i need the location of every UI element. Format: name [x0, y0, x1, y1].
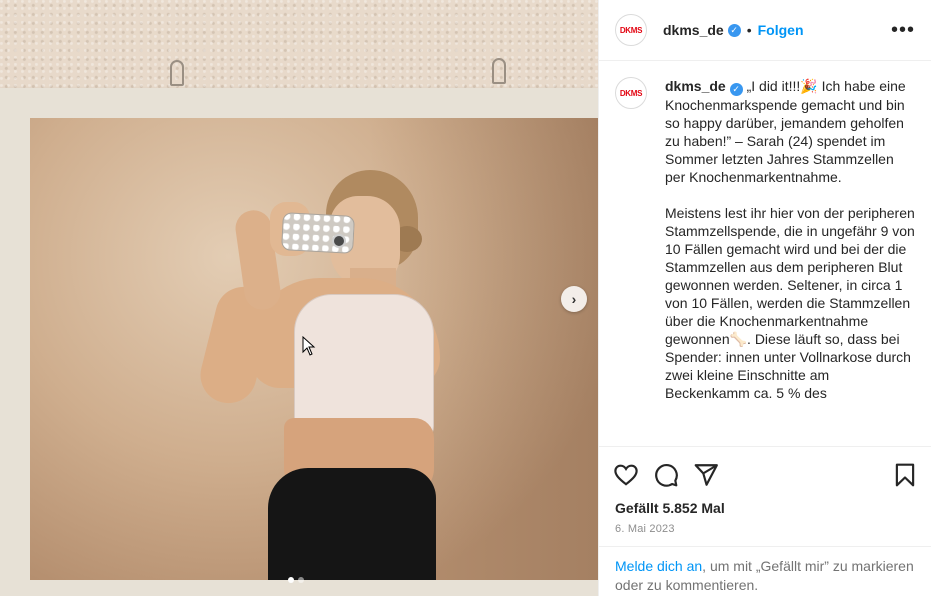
like-count[interactable]: Gefällt 5.852 Mal — [615, 500, 725, 516]
login-link[interactable]: Melde dich an — [615, 558, 702, 574]
post-sidebar: DKMS dkms_de ✓ • Folgen ••• DKMS dkms_de… — [598, 0, 931, 596]
username-link[interactable]: dkms_de — [663, 22, 724, 38]
carousel-dot — [298, 577, 304, 583]
dkms-logo: DKMS — [619, 25, 643, 35]
smartphone — [281, 212, 355, 254]
avatar[interactable]: DKMS — [615, 14, 647, 46]
verified-badge-icon: ✓ — [729, 82, 743, 96]
avatar[interactable]: DKMS — [615, 77, 647, 109]
post-date[interactable]: 6. Mai 2023 — [615, 523, 675, 535]
post-media[interactable]: › — [0, 0, 598, 596]
carousel-next-button[interactable]: › — [561, 286, 587, 312]
black-pants — [268, 468, 436, 580]
post-header: DKMS dkms_de ✓ • Folgen ••• — [599, 0, 931, 61]
bookmark-icon[interactable] — [892, 462, 918, 488]
caption-text: Meistens lest ihr hier von der periphere… — [665, 204, 915, 401]
separator: • — [746, 22, 752, 38]
carousel-indicator — [288, 577, 304, 583]
caption-username[interactable]: dkms_de — [665, 78, 726, 94]
wall-hook — [492, 58, 506, 84]
wall-hook — [170, 60, 184, 86]
heart-icon[interactable] — [613, 462, 639, 488]
carousel-dot — [288, 577, 294, 583]
follow-button[interactable]: Folgen — [758, 22, 804, 38]
caption: dkms_de ✓ „I did it!!!🎉 Ich habe eine Kno… — [665, 77, 916, 445]
caption-area[interactable]: DKMS dkms_de ✓ „I did it!!!🎉 Ich habe ein… — [599, 61, 931, 445]
mirror-frame — [0, 88, 598, 596]
login-prompt: Melde dich an, um mit „Gefällt mir” zu m… — [599, 546, 931, 596]
comment-icon[interactable] — [653, 462, 679, 488]
verified-badge-icon: ✓ — [727, 23, 741, 37]
dkms-logo: DKMS — [619, 88, 643, 98]
share-icon[interactable] — [693, 462, 719, 488]
mouse-cursor-icon — [302, 336, 316, 356]
chevron-right-icon: › — [571, 291, 577, 307]
action-bar — [599, 446, 931, 502]
more-options-icon[interactable]: ••• — [891, 20, 915, 40]
